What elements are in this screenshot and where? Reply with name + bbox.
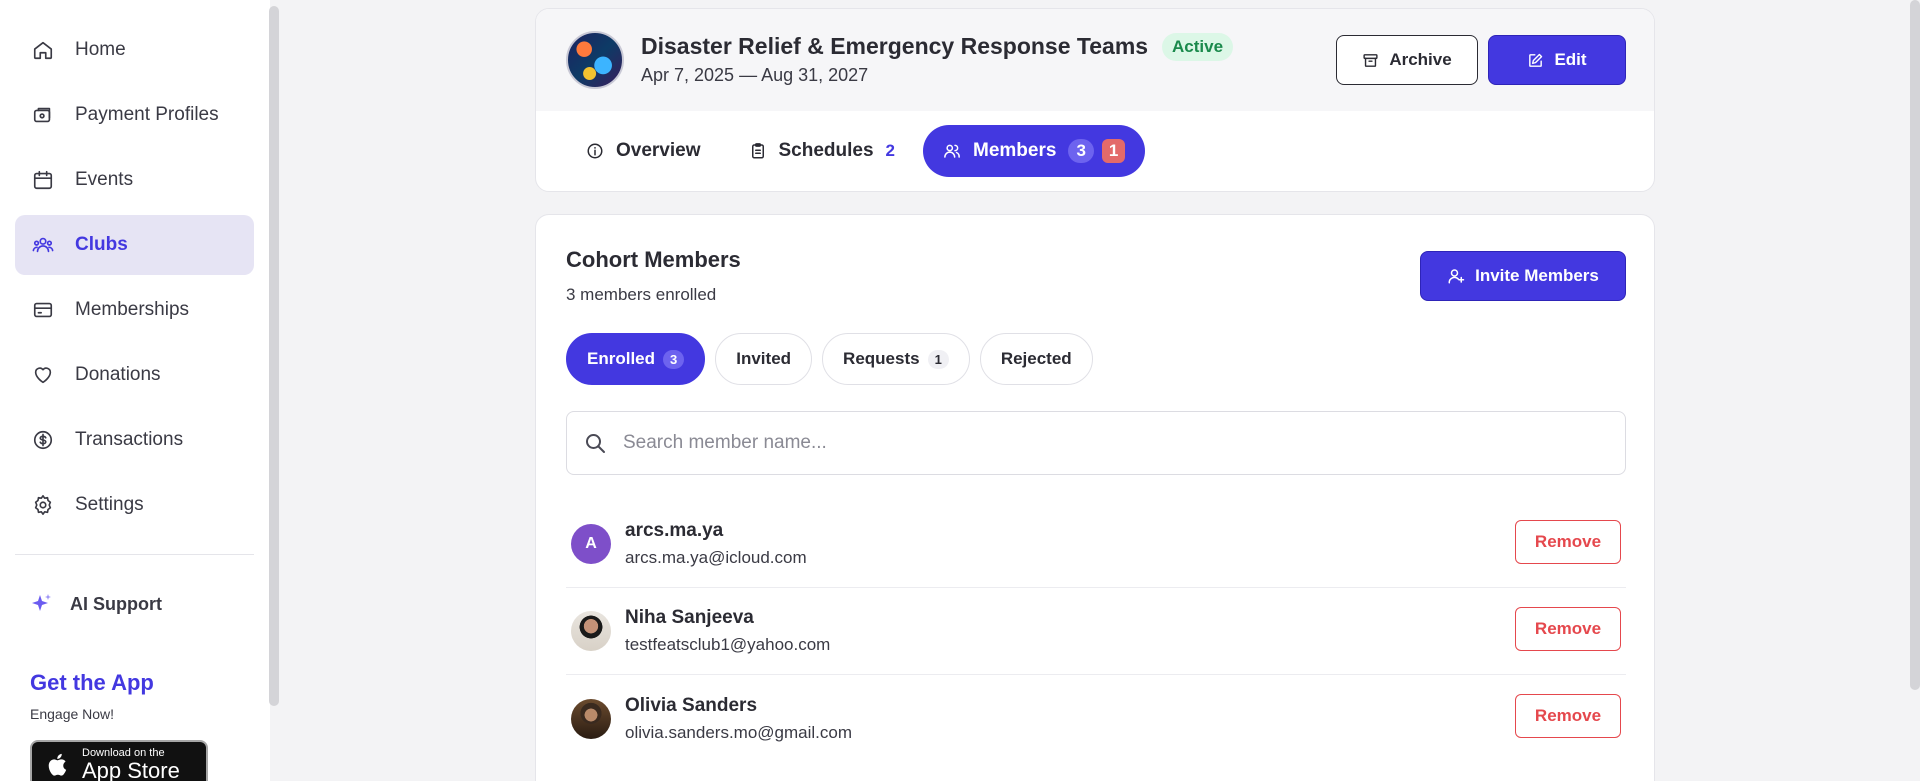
get-app-heading: Get the App: [30, 670, 154, 695]
remove-member-button[interactable]: Remove: [1515, 520, 1621, 564]
calendar-icon: [31, 168, 55, 192]
edit-icon: [1529, 53, 1543, 67]
card-icon: [31, 298, 55, 322]
club-avatar: [566, 31, 624, 89]
remove-member-button[interactable]: Remove: [1515, 607, 1621, 651]
edit-button[interactable]: Edit: [1488, 35, 1626, 85]
sidebar-item-settings[interactable]: Settings: [15, 475, 254, 535]
sidebar-item-label: Donations: [75, 364, 161, 385]
user-plus-icon: [1448, 269, 1465, 284]
member-name: Niha Sanjeeva: [625, 607, 754, 628]
members-alert-badge: 1: [1101, 139, 1126, 163]
filter-requests[interactable]: Requests 1: [822, 333, 970, 385]
clipboard-icon: [751, 143, 764, 159]
cohort-members-card: Cohort Members 3 members enrolled Invite…: [535, 214, 1655, 781]
sidebar-item-label: Settings: [75, 494, 144, 515]
section-subtitle: 3 members enrolled: [566, 285, 717, 304]
sidebar-item-label: Transactions: [75, 429, 184, 450]
club-tabs: Overview Schedules 2 Members 3 1: [566, 125, 1153, 177]
member-name: arcs.ma.ya: [625, 520, 724, 541]
sidebar-item-memberships[interactable]: Memberships: [15, 280, 254, 340]
tab-members[interactable]: Members 3 1: [923, 125, 1146, 177]
avatar: A: [571, 524, 611, 564]
member-row: Niha Sanjeeva testfeatsclub1@yahoo.com R…: [566, 588, 1626, 675]
sidebar-item-label: Payment Profiles: [75, 104, 219, 125]
status-badge: Active: [1162, 33, 1234, 61]
filter-rejected[interactable]: Rejected: [979, 333, 1093, 385]
apple-icon: [48, 753, 67, 776]
tab-overview[interactable]: Overview: [566, 125, 721, 177]
enrolled-count: 3: [663, 349, 685, 369]
requests-count: 1: [927, 349, 949, 369]
sidebar-item-donations[interactable]: Donations: [15, 345, 254, 405]
filter-invited[interactable]: Invited: [715, 333, 813, 385]
remove-member-button[interactable]: Remove: [1515, 694, 1621, 738]
club-header: Disaster Relief & Emergency Response Tea…: [536, 9, 1654, 111]
member-filter-tabs: Enrolled 3 Invited Requests 1 Rejected: [566, 333, 1103, 385]
sidebar-nav: Home Payment Profiles Events Clubs Membe…: [15, 20, 254, 540]
sidebar-divider: [15, 554, 254, 555]
member-email: olivia.sanders.mo@gmail.com: [625, 722, 853, 742]
sidebar-item-label: Clubs: [75, 234, 128, 255]
archive-button[interactable]: Archive: [1336, 35, 1478, 85]
sidebar-item-events[interactable]: Events: [15, 150, 254, 210]
engage-text: Engage Now!: [30, 706, 115, 722]
sidebar-item-home[interactable]: Home: [15, 20, 254, 80]
search-icon: [586, 434, 605, 453]
club-title: Disaster Relief & Emergency Response Tea…: [641, 33, 1149, 59]
member-email: arcs.ma.ya@icloud.com: [625, 548, 807, 567]
member-row: A arcs.ma.ya arcs.ma.ya@icloud.com Remov…: [566, 501, 1626, 588]
member-name: Olivia Sanders: [625, 694, 758, 716]
members-icon: [944, 144, 960, 158]
users-icon: [31, 233, 55, 257]
wallet-icon: [31, 103, 55, 127]
sidebar-item-label: Memberships: [75, 299, 190, 320]
avatar: [571, 611, 611, 651]
ai-support-link[interactable]: AI Support: [30, 592, 162, 616]
archive-icon: [1363, 53, 1378, 67]
gear-icon: [31, 493, 55, 517]
avatar: [571, 698, 611, 739]
heart-icon: [31, 363, 55, 387]
sidebar-item-clubs[interactable]: Clubs: [15, 215, 254, 275]
members-count: 3: [1068, 139, 1094, 163]
sidebar-item-transactions[interactable]: Transactions: [15, 410, 254, 470]
app-store-badge[interactable]: Download on the App Store: [30, 740, 208, 781]
member-search: [566, 411, 1626, 475]
sparkle-icon: [32, 594, 51, 611]
dollar-circle-icon: [31, 428, 55, 452]
club-dates: Apr 7, 2025 — Aug 31, 2027: [641, 65, 869, 85]
sidebar-item-label: Home: [75, 39, 126, 60]
sidebar-item-payment-profiles[interactable]: Payment Profiles: [15, 85, 254, 145]
info-icon: [587, 143, 603, 159]
main-scrollbar[interactable]: [1910, 0, 1920, 690]
section-title: Cohort Members: [566, 247, 741, 272]
member-row: Olivia Sanders olivia.sanders.mo@gmail.c…: [566, 675, 1626, 762]
member-list: A arcs.ma.ya arcs.ma.ya@icloud.com Remov…: [566, 501, 1626, 762]
filter-enrolled[interactable]: Enrolled 3: [566, 333, 706, 385]
search-input[interactable]: [623, 432, 1603, 454]
schedules-count: 2: [885, 141, 896, 160]
club-header-card: Disaster Relief & Emergency Response Tea…: [535, 8, 1655, 192]
invite-members-button[interactable]: Invite Members: [1420, 251, 1626, 301]
sidebar-scrollbar[interactable]: [269, 6, 279, 706]
sidebar-item-label: Events: [75, 169, 134, 190]
member-email: testfeatsclub1@yahoo.com: [625, 635, 831, 654]
sidebar: Home Payment Profiles Events Clubs Membe…: [0, 0, 270, 781]
tab-schedules[interactable]: Schedules 2: [729, 125, 916, 177]
home-icon: [31, 38, 55, 62]
